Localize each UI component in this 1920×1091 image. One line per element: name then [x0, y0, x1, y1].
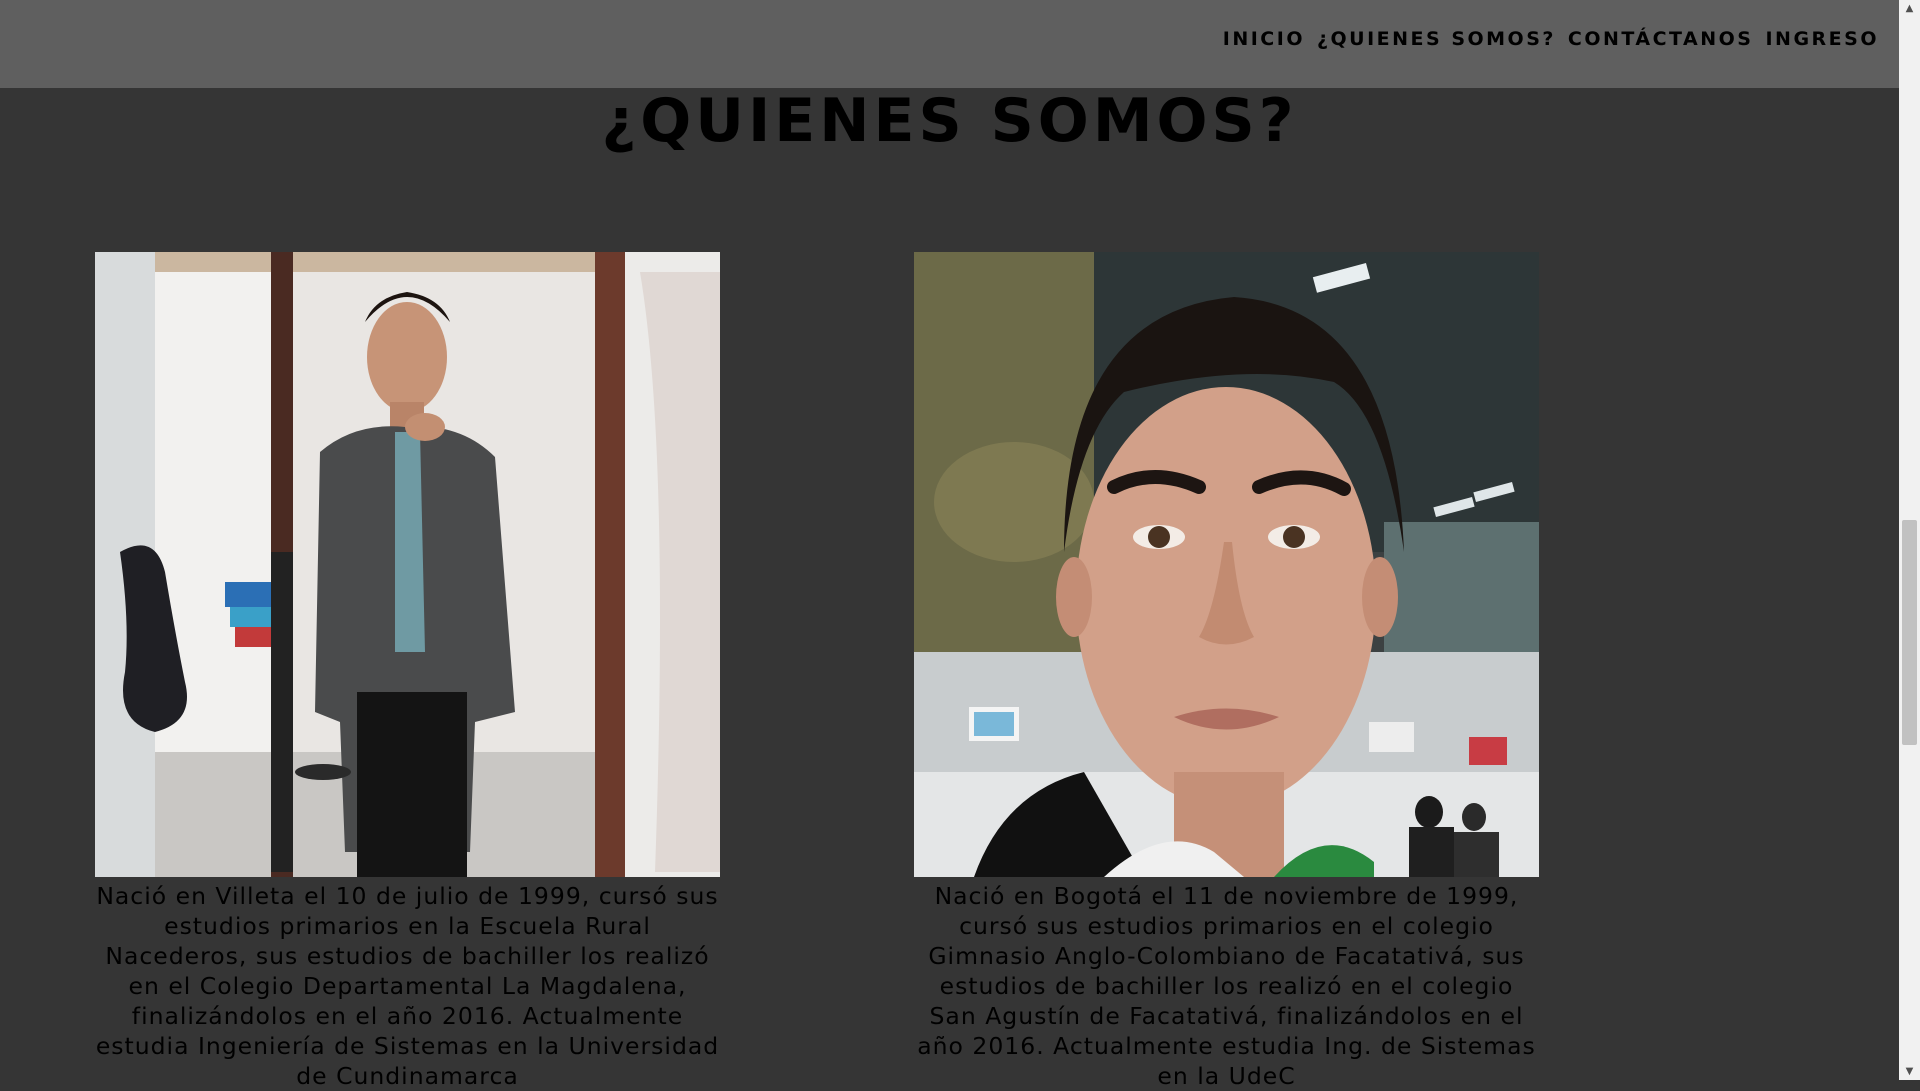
vertical-scrollbar[interactable]: ▲ ▼: [1899, 0, 1920, 1080]
nav-menu: INICIO ¿QUIENES SOMOS? CONTÁCTANOS INGRE…: [1223, 28, 1879, 50]
nav-link-inicio[interactable]: INICIO: [1223, 28, 1305, 50]
profile-bio-1: Nació en Villeta el 10 de julio de 1999,…: [95, 882, 720, 1090]
nav-link-quienes-somos[interactable]: ¿QUIENES SOMOS?: [1317, 28, 1556, 50]
scroll-down-icon[interactable]: ▼: [1899, 1063, 1920, 1080]
scroll-up-icon[interactable]: ▲: [1899, 0, 1920, 17]
section-title: ¿QUIENES SOMOS?: [601, 86, 1298, 156]
profile-bio-2: Nació en Bogotá el 11 de noviembre de 19…: [917, 882, 1536, 1090]
nav-link-contactanos[interactable]: CONTÁCTANOS: [1568, 28, 1754, 50]
top-navbar: INICIO ¿QUIENES SOMOS? CONTÁCTANOS INGRE…: [0, 0, 1899, 88]
profile-photo-2: [914, 252, 1539, 877]
nav-link-ingreso[interactable]: INGRESO: [1765, 28, 1879, 50]
profile-card-1: Nació en Villeta el 10 de julio de 1999,…: [95, 252, 720, 1091]
profile-card-2: Nació en Bogotá el 11 de noviembre de 19…: [914, 252, 1539, 1091]
profile-photo-1: [95, 252, 720, 877]
scrollbar-thumb[interactable]: [1902, 520, 1917, 745]
